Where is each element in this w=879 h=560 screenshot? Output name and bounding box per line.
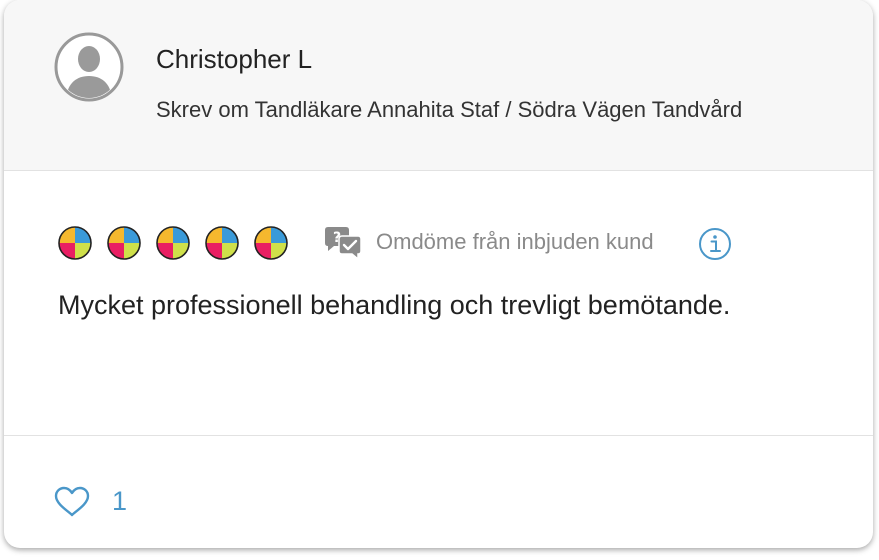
- like-count: 1: [112, 486, 128, 516]
- rating-dot-icon: [254, 226, 288, 260]
- review-header: Christopher L Skrev om Tandläkare Annahi…: [4, 0, 873, 171]
- review-card: Christopher L Skrev om Tandläkare Annahi…: [4, 0, 873, 548]
- rating-dot-icon: [58, 226, 92, 260]
- review-subject: Skrev om Tandläkare Annahita Staf / Södr…: [156, 97, 743, 122]
- invited-customer-label: Omdöme från inbjuden kund: [376, 229, 654, 254]
- rating-dot-icon: [107, 226, 141, 260]
- user-avatar-icon: [54, 32, 124, 102]
- rating-dot-icon: [156, 226, 190, 260]
- heart-icon[interactable]: [54, 486, 90, 518]
- rating-dot-icon: [205, 226, 239, 260]
- reviewer-name: Christopher L: [156, 44, 313, 74]
- chat-bubbles-check-icon: ?: [325, 227, 362, 261]
- info-icon[interactable]: [698, 227, 732, 261]
- review-text: Mycket professionell behandling och trev…: [58, 290, 731, 320]
- divider: [4, 435, 873, 436]
